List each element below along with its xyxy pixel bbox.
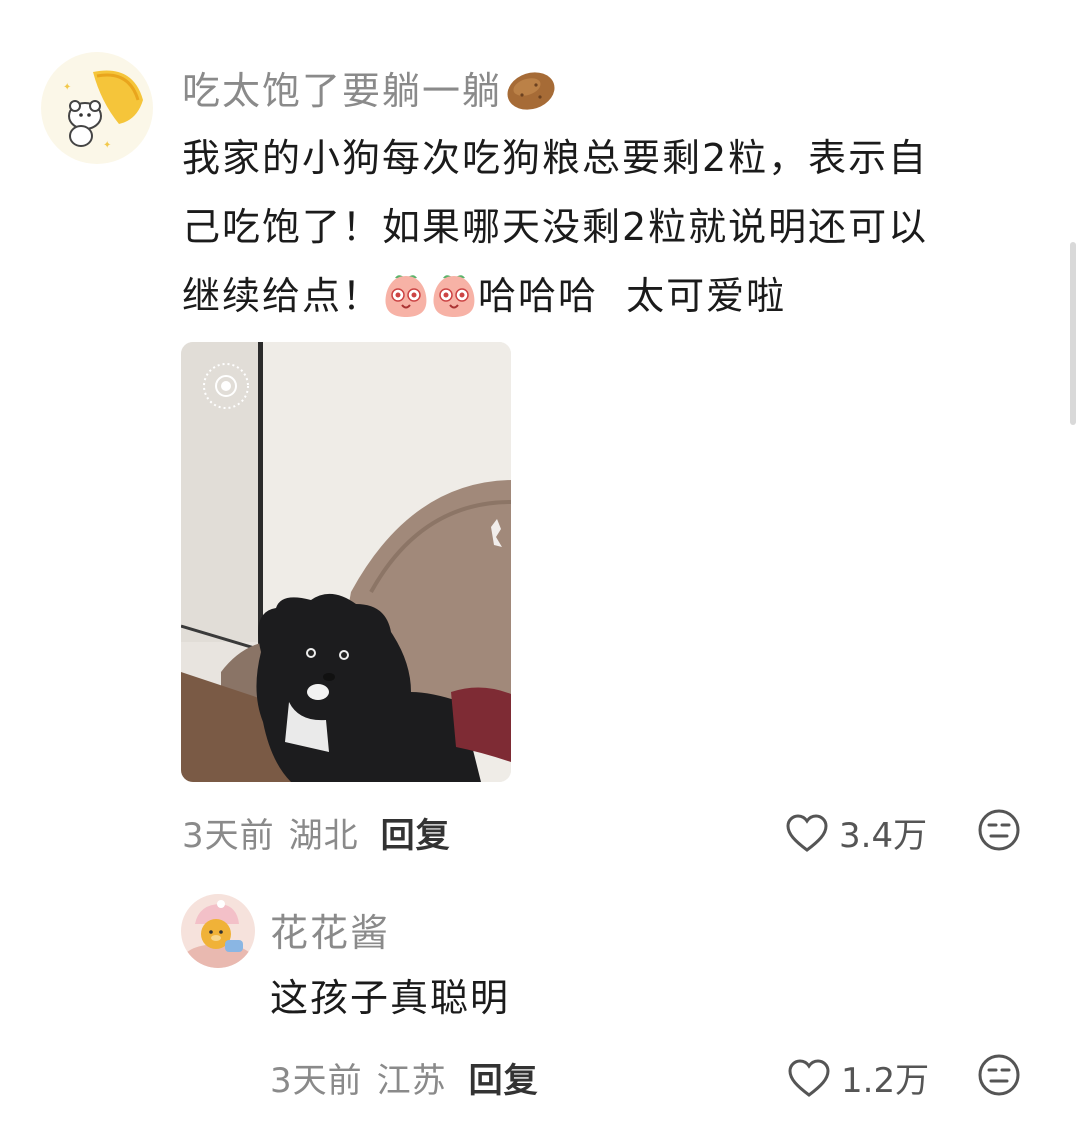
shy-face-emoji-icon [382, 271, 430, 341]
reply-text: 这孩子真聪明 [270, 976, 511, 1020]
comment-photo[interactable] [181, 342, 511, 782]
replier-username[interactable]: 花花酱 [270, 902, 390, 957]
like-count: 3.4万 [839, 816, 928, 856]
commenter-username[interactable]: 吃太饱了要躺一躺 [182, 60, 558, 122]
replier-avatar[interactable] [181, 894, 255, 968]
heart-icon [786, 813, 828, 852]
comment-meta: 3天前 湖北 回复 [182, 808, 451, 857]
heart-icon [788, 1058, 830, 1097]
svg-text:✦: ✦ [103, 140, 111, 151]
reply-like-count: 1.2万 [841, 1061, 930, 1101]
reply-time: 3天前 [270, 1061, 363, 1101]
comment-time: 3天前 [182, 816, 275, 856]
potato-emoji-icon [504, 65, 558, 122]
meh-face-icon [978, 809, 1020, 851]
reply-like-button[interactable]: 1.2万 [787, 1053, 929, 1102]
reply-meta: 3天前 江苏 回复 [270, 1053, 539, 1102]
comment-location: 湖北 [288, 816, 359, 856]
like-button[interactable]: 3.4万 [785, 808, 927, 857]
shy-face-emoji-icon [430, 271, 478, 341]
reply-button[interactable]: 回复 [381, 816, 451, 856]
reply-reply-button[interactable]: 回复 [469, 1061, 539, 1101]
commenter-avatar[interactable]: ✦ ✦ [41, 52, 153, 164]
reply-dislike-button[interactable] [977, 1053, 1021, 1101]
meh-face-icon [978, 1054, 1020, 1096]
reply-location: 江苏 [376, 1061, 447, 1101]
svg-text:✦: ✦ [63, 82, 71, 93]
dislike-button[interactable] [977, 808, 1021, 856]
comment-text: 我家的小狗每次吃狗粮总要剩2粒，表示自 己吃饱了！如果哪天没剩2粒就说明还可以 … [182, 124, 1022, 341]
scrollbar[interactable] [1070, 242, 1076, 425]
